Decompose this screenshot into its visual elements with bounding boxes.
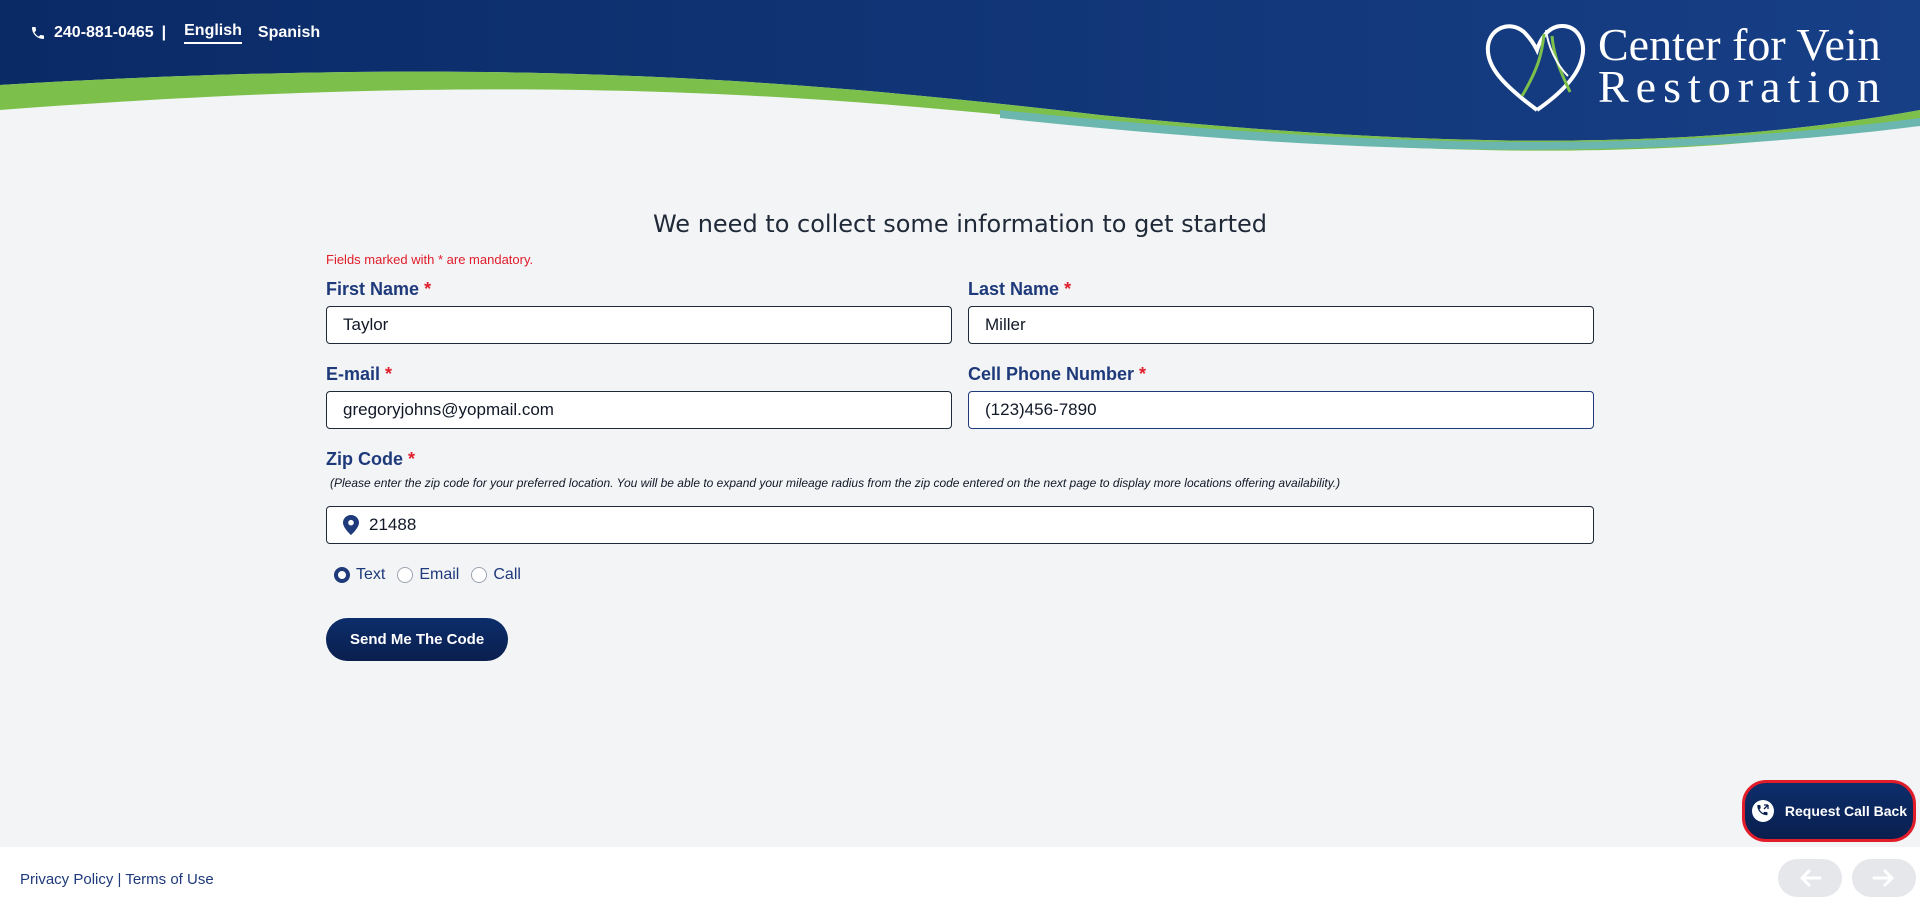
required-asterisk: * <box>385 364 393 384</box>
phone-icon <box>32 27 44 39</box>
page-title: We need to collect some information to g… <box>652 210 1268 238</box>
location-pin-icon <box>343 515 359 535</box>
terms-of-use-link[interactable]: Terms of Use <box>125 871 213 888</box>
send-me-the-code-button[interactable]: Send Me The Code <box>326 618 509 661</box>
logo-line-2: Restoration <box>1598 61 1888 112</box>
radio-email-label: Email <box>419 566 460 583</box>
phone-number-link[interactable]: 240-881-0465 <box>54 24 154 42</box>
logo-line-1: Center for Vein <box>1598 19 1881 70</box>
radio-email[interactable]: Email <box>397 566 459 584</box>
first-name-field-group: First Name * Taylor <box>326 279 952 344</box>
email-field-group: E-mail * gregoryjohns@yopmail.com <box>326 364 952 429</box>
radio-call-button[interactable] <box>471 567 488 583</box>
zip-hint: (Please enter the zip code for your pref… <box>330 476 1341 490</box>
cell-phone-field-group: Cell Phone Number * (123)456-7890 <box>968 364 1594 429</box>
language-spanish[interactable]: Spanish <box>258 24 320 42</box>
footer-separator: | <box>117 871 122 888</box>
arrow-right-icon <box>1872 869 1894 887</box>
last-name-label: Last Name * <box>968 279 1072 299</box>
last-name-field-group: Last Name * Miller <box>968 279 1594 344</box>
radio-text-button[interactable] <box>334 567 350 583</box>
site-footer: Privacy Policy | Terms of Use <box>0 847 1920 911</box>
contact-method-radio-group: Text Email Call <box>334 566 1594 584</box>
previous-button[interactable] <box>1778 859 1842 897</box>
cell-phone-label: Cell Phone Number * <box>968 364 1147 384</box>
name-row: First Name * Taylor Last Name * Miller <box>326 279 1594 344</box>
radio-call[interactable]: Call <box>471 566 521 584</box>
request-call-back-button[interactable]: Request Call Back <box>1742 780 1916 842</box>
zip-value: 21488 <box>369 515 417 534</box>
phone-separator: | <box>161 24 167 41</box>
zip-label: Zip Code * <box>326 449 416 469</box>
cell-phone-input[interactable]: (123)456-7890 <box>968 391 1594 429</box>
required-asterisk: * <box>1139 364 1147 384</box>
arrow-left-icon <box>1800 869 1822 887</box>
first-name-input[interactable]: Taylor <box>326 306 952 344</box>
required-asterisk: * <box>408 449 416 469</box>
email-label: E-mail * <box>326 364 393 384</box>
next-button[interactable] <box>1852 859 1916 897</box>
radio-call-label: Call <box>493 566 521 583</box>
radio-text[interactable]: Text <box>334 566 385 584</box>
center-for-vein-restoration-logo[interactable]: Center for Vein Restoration <box>1482 14 1892 118</box>
privacy-policy-link[interactable]: Privacy Policy <box>20 871 113 888</box>
zip-input[interactable]: 21488 <box>326 506 1594 544</box>
last-name-input[interactable]: Miller <box>968 306 1594 344</box>
phone-callback-icon <box>1751 800 1774 822</box>
heart-leg-logo-icon <box>1485 23 1585 112</box>
footer-links: Privacy Policy | Terms of Use <box>20 871 214 888</box>
zip-field-group: Zip Code * (Please enter the zip code fo… <box>326 449 1594 544</box>
logo-wordmark: Center for Vein Restoration <box>1598 19 1888 112</box>
site-header: 240-881-0465 | English Spanish Center fo… <box>0 0 1920 160</box>
pagination-arrows <box>1768 859 1916 897</box>
language-english[interactable]: English <box>184 22 242 44</box>
required-asterisk: * <box>1064 279 1072 299</box>
first-name-label: First Name * <box>326 279 432 299</box>
radio-text-label: Text <box>356 566 386 583</box>
radio-email-button[interactable] <box>397 567 414 583</box>
top-contact-bar: 240-881-0465 | English Spanish <box>30 22 336 44</box>
required-asterisk: * <box>424 279 432 299</box>
request-call-back-label: Request Call Back <box>1784 803 1908 819</box>
intake-form: We need to collect some information to g… <box>326 210 1594 661</box>
contact-row: E-mail * gregoryjohns@yopmail.com Cell P… <box>326 364 1594 429</box>
email-input[interactable]: gregoryjohns@yopmail.com <box>326 391 952 429</box>
mandatory-note: Fields marked with * are mandatory. <box>326 252 534 267</box>
